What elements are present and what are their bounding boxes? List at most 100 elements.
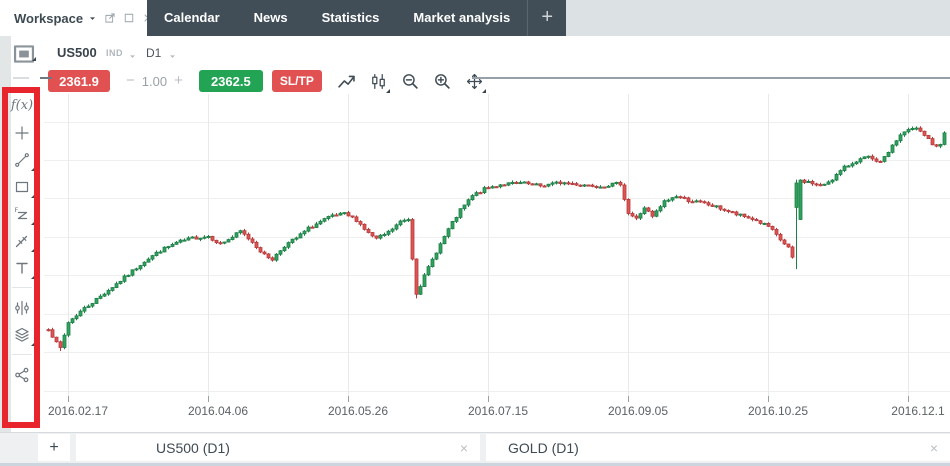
drawing-toolbar: f(x) F — [8, 92, 36, 388]
candle — [619, 181, 622, 187]
add-workspace-tab-button[interactable]: + — [528, 0, 566, 36]
candle — [227, 239, 230, 243]
volume-decrease-button[interactable]: − — [119, 70, 142, 92]
workspace-tab[interactable]: Workspace — [0, 0, 147, 36]
popout-icon[interactable] — [104, 12, 116, 24]
top-tab-statistics[interactable]: Statistics — [305, 0, 397, 36]
chevron-down-icon[interactable] — [128, 48, 137, 66]
volume-increase-button[interactable]: + — [167, 70, 190, 92]
candle — [547, 184, 550, 187]
draw-tool-share[interactable] — [8, 361, 36, 388]
top-tab-calendar[interactable]: Calendar — [147, 0, 237, 36]
candle — [439, 242, 442, 254]
candle — [667, 199, 670, 203]
candle — [943, 131, 946, 145]
candle — [351, 215, 354, 218]
toolbar-separator — [8, 281, 36, 294]
candle — [871, 154, 874, 160]
chart-tool-icons — [322, 73, 483, 90]
candle — [535, 183, 538, 185]
candle — [159, 250, 162, 254]
candle — [795, 180, 798, 270]
line-chart-icon[interactable] — [338, 73, 355, 90]
candle — [191, 236, 194, 238]
candle — [423, 273, 426, 287]
draw-tool-trend-line[interactable] — [8, 146, 36, 173]
close-tab-icon[interactable]: × — [448, 440, 480, 456]
draw-tool-object-layers[interactable] — [8, 321, 36, 348]
candle — [459, 208, 462, 219]
top-tab-market-analysis[interactable]: Market analysis — [396, 0, 527, 36]
candle — [939, 144, 942, 148]
chart-type-candles-icon[interactable] — [370, 73, 387, 90]
candle — [887, 152, 890, 157]
candle — [327, 216, 330, 221]
candle — [611, 183, 614, 188]
candle — [167, 246, 170, 249]
candle — [215, 240, 218, 244]
draw-tool-pencil[interactable] — [8, 227, 36, 254]
candle — [211, 236, 214, 242]
caret-down-icon[interactable] — [88, 14, 97, 23]
candle — [591, 184, 594, 187]
candle — [407, 218, 410, 222]
candle — [759, 220, 762, 225]
candle — [751, 216, 754, 221]
pan-icon[interactable] — [466, 73, 483, 90]
candle — [899, 133, 902, 143]
dropdown-corner — [31, 275, 35, 279]
candle — [503, 184, 506, 186]
candle — [471, 194, 474, 201]
candle — [827, 180, 830, 185]
x-axis-label: 2016.10.25 — [748, 404, 808, 418]
candle — [743, 214, 746, 218]
candle — [259, 247, 262, 253]
chart-area[interactable]: 2016.02.172016.04.062016.05.262016.07.15… — [44, 90, 950, 430]
candle — [711, 203, 714, 207]
candle — [655, 209, 658, 217]
candle — [707, 201, 710, 206]
draw-tool-indicators-fx[interactable]: f(x) — [8, 92, 36, 119]
chart-layout-button[interactable] — [13, 43, 37, 63]
dropdown-corner — [31, 167, 35, 171]
candle — [579, 184, 582, 187]
candlestick-chart[interactable] — [44, 90, 950, 430]
candle — [263, 251, 266, 255]
x-axis-label: 2016.04.06 — [188, 404, 248, 418]
close-tab-icon[interactable]: × — [918, 440, 950, 456]
add-chart-tab-button[interactable]: + — [38, 434, 70, 461]
buy-price-button[interactable]: 2362.5 — [199, 70, 263, 92]
bottom-tab-us500-d1-[interactable]: US500 (D1)× — [76, 434, 480, 461]
sltp-button[interactable]: SL/TP — [272, 70, 322, 92]
candle — [483, 186, 486, 194]
candle — [415, 258, 418, 298]
candle — [463, 205, 466, 211]
zoom-out-icon[interactable] — [402, 73, 419, 90]
draw-tool-crosshair[interactable] — [8, 119, 36, 146]
volume-value[interactable]: 1.00 — [142, 74, 167, 89]
candle — [931, 137, 934, 145]
resize-handle-dark[interactable] — [40, 77, 52, 79]
candle — [819, 183, 822, 187]
chevron-down-icon[interactable] — [168, 48, 177, 66]
draw-tool-fibonacci[interactable]: F — [8, 200, 36, 227]
candle — [787, 243, 790, 247]
candle — [815, 183, 818, 187]
candle — [595, 185, 598, 188]
draw-tool-rectangle[interactable] — [8, 173, 36, 200]
timeframe-selector[interactable]: D1 — [146, 46, 161, 60]
top-tab-news[interactable]: News — [237, 0, 305, 36]
bottom-tab-gold-d1-[interactable]: GOLD (D1)× — [486, 434, 950, 461]
candle — [847, 165, 850, 167]
candle — [671, 197, 674, 202]
candle — [187, 236, 190, 240]
text-icon — [14, 260, 30, 276]
candle — [175, 241, 178, 245]
zoom-in-icon[interactable] — [434, 73, 451, 90]
candle — [71, 318, 74, 324]
maximize-icon[interactable] — [123, 12, 135, 24]
draw-tool-compare-instruments[interactable] — [8, 294, 36, 321]
sell-price-button[interactable]: 2361.9 — [48, 70, 110, 92]
candle — [291, 239, 294, 244]
draw-tool-text[interactable] — [8, 254, 36, 281]
